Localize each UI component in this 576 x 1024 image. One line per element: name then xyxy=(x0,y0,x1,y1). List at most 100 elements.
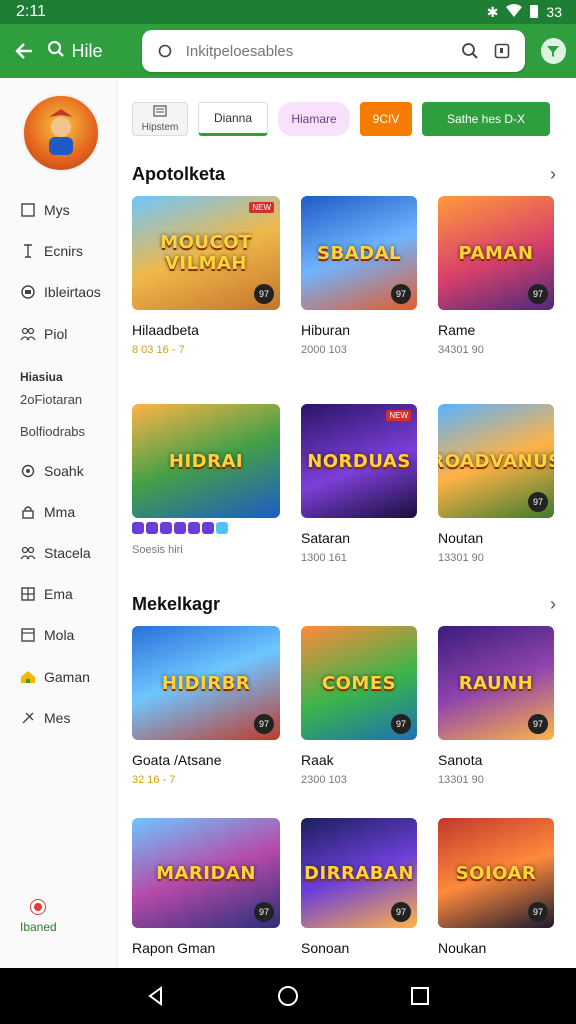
sidebar-item-ema[interactable]: Ema xyxy=(20,586,73,602)
game-thumbnail: MARIDAN 97 xyxy=(132,818,280,928)
people-icon xyxy=(20,545,36,561)
chevron-right-icon[interactable]: › xyxy=(550,594,556,615)
search-icon xyxy=(47,40,65,63)
game-card[interactable]: MARIDAN 97 Rapon Gman xyxy=(132,818,280,956)
game-card[interactable]: ROADVANUS 97 Noutan 13301 90 xyxy=(438,404,554,564)
chip-hipstem[interactable]: Hipstem xyxy=(132,102,188,136)
game-card[interactable]: HIDRAI Soesis hiri xyxy=(132,404,280,556)
game-thumbnail: RAUNH 97 xyxy=(438,626,554,740)
game-thumbnail: HIDIRBR 97 xyxy=(132,626,280,740)
chip-icon xyxy=(20,284,36,300)
game-name: Hilaadbeta xyxy=(132,322,199,338)
main-content: Hipstem Dianna Hiamare 9CIV Sathe hes D-… xyxy=(118,78,576,968)
sidebar-item-soahk[interactable]: Soahk xyxy=(20,463,84,479)
gear-icon xyxy=(20,463,36,479)
game-logo: MARIDAN xyxy=(156,862,256,884)
sidebar-item-piol[interactable]: Piol xyxy=(20,326,67,342)
back-icon[interactable] xyxy=(10,37,37,65)
search-box[interactable] xyxy=(141,30,525,72)
game-card[interactable]: COMES 97 Raak 2300 103 xyxy=(301,626,417,786)
rating-badge: 97 xyxy=(254,284,274,304)
chip-9civ[interactable]: 9CIV xyxy=(360,102,412,136)
game-logo: HIDRAI xyxy=(168,450,244,472)
filter-chips: Hipstem Dianna Hiamare 9CIV Sathe hes D-… xyxy=(132,102,550,136)
bluetooth-icon: ✱ xyxy=(486,3,499,20)
game-thumbnail: NORDUAS NEW xyxy=(301,404,417,518)
chevron-right-icon[interactable]: › xyxy=(550,164,556,185)
avatar[interactable] xyxy=(22,94,100,172)
sidebar-item-label: Mes xyxy=(44,710,71,726)
sidebar-item-mma[interactable]: Mma xyxy=(20,504,75,520)
game-meta: 2300 103 xyxy=(301,774,347,786)
game-card[interactable]: MOUCOT VILMAH NEW 97 Hilaadbeta 8 03 16 … xyxy=(132,196,280,356)
game-card[interactable]: NORDUAS NEW Sataran 1300 161 xyxy=(301,404,417,564)
status-right-text: 33 xyxy=(546,4,562,20)
recents-nav-icon[interactable] xyxy=(406,982,434,1010)
game-logo: HIDIRBR xyxy=(161,672,251,694)
rating-badge: 97 xyxy=(528,902,548,922)
rating-badge: 97 xyxy=(254,714,274,734)
window-icon xyxy=(20,627,36,643)
game-name: Goata /Atsane xyxy=(132,752,222,768)
game-meta: Soesis hiri xyxy=(132,544,183,556)
sidebar-item-mes[interactable]: Mes xyxy=(20,710,70,726)
game-card[interactable]: DIRRABAN 97 Sonoan xyxy=(301,818,417,956)
game-meta: 13301 90 xyxy=(438,552,484,564)
game-name: Rame xyxy=(438,322,476,338)
tab-switcher-icon[interactable] xyxy=(491,40,513,62)
game-name: Sataran xyxy=(301,530,351,546)
sidebar-item-label: Mma xyxy=(44,504,76,520)
search-input[interactable] xyxy=(185,42,449,60)
game-meta: 1300 161 xyxy=(301,552,347,564)
game-thumbnail: MOUCOT VILMAH NEW 97 xyxy=(132,196,280,310)
filter-icon[interactable] xyxy=(540,38,566,64)
sidebar-item-label: Soahk xyxy=(44,463,84,479)
sidebar-link[interactable]: Bolfiodrabs xyxy=(20,424,85,439)
people-icon xyxy=(20,326,36,342)
sidebar-item-ibleirtaos[interactable]: Ibleirtaos xyxy=(20,284,101,300)
game-meta: 34301 90 xyxy=(438,344,484,356)
home-nav-icon[interactable] xyxy=(274,982,302,1010)
search-icon[interactable] xyxy=(459,40,481,62)
game-meta: 8 03 16 - 7 xyxy=(132,344,185,356)
game-thumbnail: SOIOAR 97 xyxy=(438,818,554,928)
chip-label: Sathe hes D-X xyxy=(446,112,526,126)
game-meta: 13301 90 xyxy=(438,774,484,786)
game-thumbnail: DIRRABAN 97 xyxy=(301,818,417,928)
game-thumbnail: COMES 97 xyxy=(301,626,417,740)
app-bar: Hile xyxy=(0,24,576,78)
sidebar-item-label: Gaman xyxy=(44,669,90,685)
rating-badge: 97 xyxy=(391,284,411,304)
chip-hiamare[interactable]: Hiamare xyxy=(278,102,350,136)
game-thumbnail: SBADAL 97 xyxy=(301,196,417,310)
game-name: Noutan xyxy=(438,530,484,546)
game-logo: COMES xyxy=(321,672,397,694)
game-card[interactable]: PAMAN 97 Rame 34301 90 xyxy=(438,196,554,356)
sidebar-link[interactable]: 2oFiotaran xyxy=(20,392,82,407)
sidebar-item-label: Ibleirtaos xyxy=(44,284,101,300)
sidebar: Mys Ecnirs Ibleirtaos Piol Hiasiua 2oFio… xyxy=(0,78,118,968)
game-logo: DIRRABAN xyxy=(304,862,415,884)
sidebar-item-stacela[interactable]: Stacela xyxy=(20,545,91,561)
game-name: Rapon Gman xyxy=(132,940,216,956)
game-card[interactable]: SOIOAR 97 Noukan xyxy=(438,818,554,956)
lock-icon xyxy=(20,504,36,520)
game-name: Sanota xyxy=(438,752,483,768)
status-time: 2:11 xyxy=(16,3,46,20)
game-card[interactable]: SBADAL 97 Hiburan 2000 103 xyxy=(301,196,417,356)
game-card[interactable]: HIDIRBR 97 Goata /Atsane 32 16 - 7 xyxy=(132,626,280,786)
sidebar-bottom-item[interactable]: Ibaned xyxy=(20,900,57,934)
sidebar-item-ecnirs[interactable]: Ecnirs xyxy=(20,243,83,259)
game-logo: SBADAL xyxy=(317,242,401,264)
game-card[interactable]: RAUNH 97 Sanota 13301 90 xyxy=(438,626,554,786)
back-nav-icon[interactable] xyxy=(142,982,170,1010)
chip-dianna[interactable]: Dianna xyxy=(198,102,268,136)
sidebar-item-mys[interactable]: Mys xyxy=(20,202,70,218)
sidebar-item-mola[interactable]: Mola xyxy=(20,627,74,643)
game-name: Noukan xyxy=(438,940,487,956)
chip-sathe[interactable]: Sathe hes D-X xyxy=(422,102,550,136)
game-meta: 2000 103 xyxy=(301,344,347,356)
sidebar-item-gaman[interactable]: Gaman xyxy=(20,669,90,685)
square-icon xyxy=(20,202,36,218)
sidebar-item-label: Mola xyxy=(44,627,75,643)
